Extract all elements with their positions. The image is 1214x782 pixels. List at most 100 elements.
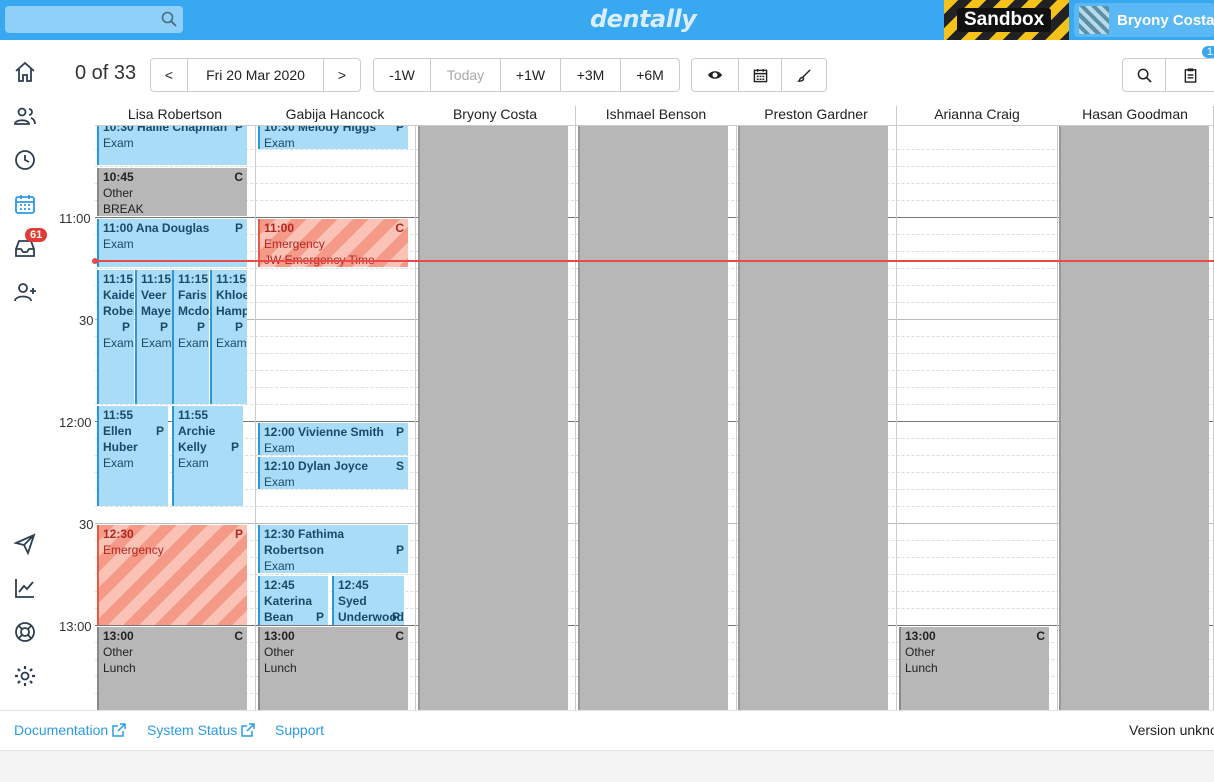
appointment-type: Exam bbox=[103, 237, 134, 251]
appointment-status: P bbox=[159, 320, 168, 334]
appointment-patient: Mcdo bbox=[178, 304, 209, 318]
appointment-status: P bbox=[391, 610, 400, 624]
unavailable-block bbox=[738, 126, 888, 710]
appointment-time: 11:55 bbox=[178, 408, 209, 422]
appointment-status: C bbox=[234, 629, 243, 643]
appointment-patient: Kelly bbox=[178, 440, 207, 454]
practitioner-header[interactable]: Lisa Robertson bbox=[95, 106, 256, 126]
appointment-card[interactable]: 12:10 Dylan Joyce S Exam bbox=[258, 457, 408, 489]
appointment-card[interactable]: 12:45 Katerina Bean P bbox=[258, 576, 328, 625]
today-button[interactable]: Today bbox=[430, 58, 501, 92]
sidebar-item-add-patient[interactable] bbox=[13, 280, 39, 306]
view-options-button[interactable] bbox=[691, 58, 739, 92]
appointment-card[interactable]: 11:15 Khloe Hamp P Exam bbox=[210, 270, 247, 404]
appointment-card[interactable]: 13:00 C Other Lunch bbox=[258, 627, 408, 710]
practitioner-header[interactable]: Hasan Goodman bbox=[1057, 106, 1214, 126]
appointment-card[interactable]: 11:15 Veer Maye P Exam bbox=[135, 270, 172, 404]
appointment-title: 12:30 Fathima Robertson bbox=[264, 527, 345, 557]
appointment-note: Lunch bbox=[264, 661, 297, 675]
practitioner-column[interactable] bbox=[897, 126, 1058, 710]
sidebar-item-history[interactable] bbox=[13, 148, 39, 174]
appointment-note: BREAK bbox=[103, 202, 144, 216]
current-time-dot bbox=[92, 258, 98, 264]
version-label: Version unkno bbox=[1129, 722, 1214, 738]
appointment-title: 12:00 Vivienne Smith bbox=[264, 425, 384, 439]
footer: Documentation System Status Support Vers… bbox=[0, 710, 1214, 750]
previous-day-button[interactable]: < bbox=[150, 58, 188, 92]
search-appointments-button[interactable] bbox=[1122, 58, 1166, 92]
appointment-status: P bbox=[234, 221, 243, 235]
practitioner-header[interactable]: Preston Gardner bbox=[736, 106, 897, 126]
lifebuoy-icon bbox=[15, 622, 35, 642]
minus-1w-button[interactable]: -1W bbox=[373, 58, 431, 92]
sidebar-item-patients[interactable] bbox=[13, 104, 39, 130]
search-icon bbox=[1137, 68, 1152, 83]
appointment-card[interactable]: 11:15 Faris Mcdo P Exam bbox=[172, 270, 209, 404]
user-menu[interactable]: Bryony Costa bbox=[1074, 3, 1214, 37]
appointment-time: 11:15 bbox=[216, 272, 247, 286]
appointment-patient: Khloe bbox=[216, 288, 247, 302]
next-day-button[interactable]: > bbox=[323, 58, 361, 92]
appointment-card[interactable]: 11:55 Ellen Huber P Exam bbox=[97, 406, 168, 506]
appointment-note: Lunch bbox=[905, 661, 938, 675]
appointment-card[interactable]: 12:30 Fathima Robertson Exam P bbox=[258, 525, 408, 573]
clipboard-icon bbox=[1184, 68, 1196, 83]
brush-icon bbox=[796, 68, 811, 82]
appointment-status: P bbox=[230, 440, 239, 454]
appointment-title: 12:10 Dylan Joyce bbox=[264, 459, 369, 473]
date-picker-button[interactable]: Fri 20 Mar 2020 bbox=[187, 58, 324, 92]
inbox-badge: 61 bbox=[25, 228, 48, 242]
appointment-card[interactable]: 11:15 Kaide Robei P Exam bbox=[97, 270, 134, 404]
top-bar: dentally Sandbox Bryony Costa bbox=[0, 0, 1214, 40]
sidebar-item-home[interactable] bbox=[13, 60, 39, 86]
avatar bbox=[1079, 6, 1109, 34]
appointment-time: 12:45 bbox=[264, 578, 295, 592]
appointment-card[interactable]: 13:00 C Other Lunch bbox=[97, 627, 247, 710]
appointment-status: P bbox=[234, 320, 243, 334]
time-label: 30 bbox=[79, 313, 94, 328]
home-icon bbox=[15, 61, 35, 82]
sidebar-item-reports[interactable] bbox=[13, 576, 39, 602]
appointment-card[interactable]: 12:30 P Emergency bbox=[97, 525, 247, 625]
appointment-card[interactable]: 12:45 SyedUnderwoodExamP bbox=[332, 576, 404, 625]
calendar-toolbar: 0 of 33 < Fri 20 Mar 2020 > -1W Today +1… bbox=[55, 40, 1214, 106]
edit-mode-button[interactable] bbox=[781, 58, 827, 92]
chevron-right-icon: > bbox=[337, 67, 347, 83]
support-link[interactable]: Support bbox=[275, 722, 324, 738]
plus-6m-button[interactable]: +6M bbox=[620, 58, 680, 92]
appointment-card[interactable]: 10:45 C Other BREAK bbox=[97, 168, 247, 216]
calendar-view-button[interactable] bbox=[738, 58, 782, 92]
appointment-card[interactable]: 13:00 C Other Lunch bbox=[899, 627, 1049, 710]
appointment-patient: Bean bbox=[264, 610, 294, 624]
waiting-list-button[interactable]: 1 bbox=[1165, 46, 1214, 92]
plus-1w-button[interactable]: +1W bbox=[500, 58, 561, 92]
appointment-time: 11:15 bbox=[103, 272, 134, 286]
appointment-patient: Huber bbox=[103, 440, 138, 454]
appointment-type: Exam bbox=[264, 136, 295, 149]
sidebar-item-settings[interactable] bbox=[13, 664, 39, 690]
sandbox-label: Sandbox bbox=[957, 8, 1052, 32]
appointment-status: C bbox=[234, 170, 243, 184]
appointment-card[interactable]: 11:55 Archie Kelly P Exam bbox=[172, 406, 243, 506]
practitioner-header[interactable]: Arianna Craig bbox=[897, 106, 1058, 126]
documentation-link[interactable]: Documentation bbox=[14, 722, 126, 738]
appointment-status: P bbox=[234, 527, 243, 541]
appointment-card[interactable]: 12:00 Vivienne Smith P Exam bbox=[258, 423, 408, 455]
appointment-count: 0 of 33 bbox=[75, 62, 137, 84]
sidebar-item-inbox[interactable]: 61 bbox=[13, 228, 48, 262]
appointment-type: Other bbox=[103, 186, 134, 200]
dentally-logo[interactable]: dentally bbox=[590, 5, 697, 33]
practitioner-header[interactable]: Gabija Hancock bbox=[255, 106, 416, 126]
sidebar-item-send[interactable] bbox=[13, 532, 39, 558]
system-status-link[interactable]: System Status bbox=[147, 722, 255, 738]
time-label: 12:00 bbox=[59, 415, 92, 430]
global-search-input[interactable] bbox=[5, 6, 183, 33]
appointment-patient: Robei bbox=[103, 304, 134, 318]
appointment-type: Exam bbox=[103, 456, 134, 470]
sidebar-item-calendar[interactable] bbox=[13, 192, 39, 218]
sidebar-item-help[interactable] bbox=[13, 620, 39, 646]
practitioner-header[interactable]: Bryony Costa bbox=[415, 106, 576, 126]
appointment-patient: Veer bbox=[141, 288, 167, 302]
plus-3m-button[interactable]: +3M bbox=[560, 58, 621, 92]
practitioner-header[interactable]: Ishmael Benson bbox=[576, 106, 737, 126]
